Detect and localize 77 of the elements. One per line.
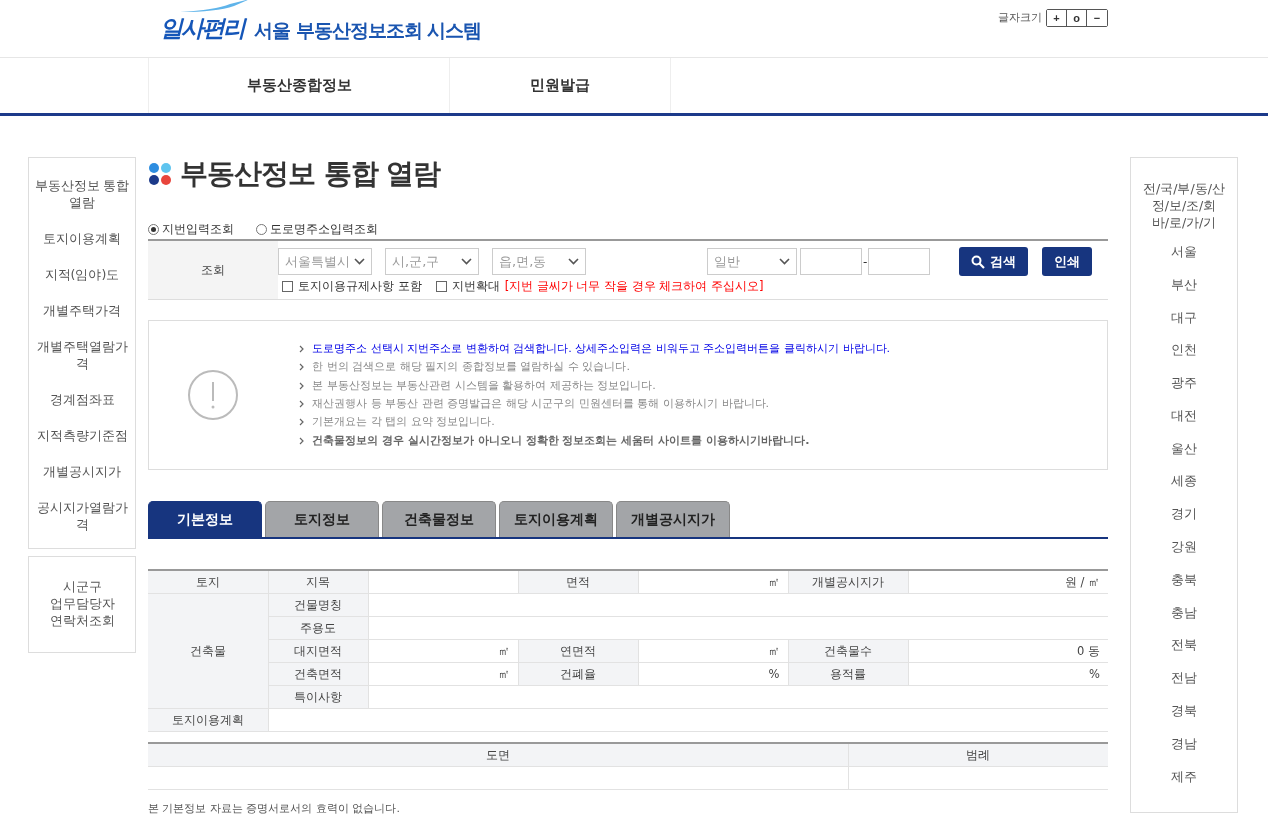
table-header-cell: 도면 <box>148 743 848 767</box>
region-link[interactable]: 울산 <box>1171 439 1197 459</box>
footnote: 본 기본정보 자료는 증명서로서의 효력이 없습니다. <box>148 801 401 816</box>
region-link[interactable]: 충남 <box>1171 603 1197 623</box>
table-header-cell: 지목 <box>268 570 368 594</box>
region-link[interactable]: 전남 <box>1171 669 1197 688</box>
logo[interactable]: 일사편리 <box>160 15 244 41</box>
side-menu-item[interactable]: 개별공시지가 <box>43 464 121 481</box>
table-header-cell: 토지이용계획 <box>148 708 268 732</box>
notice-text: 재산권행사 등 부동산 관련 증명발급은 해당 시군구의 민원센터를 통해 이용하시기 바랍니다. <box>312 396 770 412</box>
region-link[interactable]: 광주 <box>1171 374 1197 393</box>
table-header-cell: 토지 <box>148 570 268 594</box>
table-cell: ㎡ <box>368 662 518 686</box>
tab[interactable]: 개별공시지가 <box>616 501 730 537</box>
tab[interactable]: 기본정보 <box>148 501 262 537</box>
table-header-cell: 건폐율 <box>518 662 638 686</box>
hint-text: [지번 글씨가 너무 작을 경우 체크하여 주십시오] <box>504 279 764 294</box>
tab[interactable]: 건축물정보 <box>382 501 496 537</box>
radio-label: 지번입력조회 <box>162 221 234 237</box>
table-header-cell: 건축물 <box>148 593 268 709</box>
table-cell: % <box>638 662 788 686</box>
search-label: 조회 <box>148 241 278 299</box>
side-menu-item[interactable]: 지적측량기준점 <box>36 428 128 445</box>
region-menu-title: 전/국/부/동/산 <box>1143 180 1225 197</box>
checkbox-label: 토지이용규제사항 포함 <box>298 279 422 294</box>
side-menu-item[interactable]: 개별주택가격 <box>43 303 121 320</box>
side-menu-item[interactable]: 지적(임야)도 <box>44 267 120 284</box>
region-link[interactable]: 대전 <box>1171 406 1197 426</box>
notice-text: 기본개요는 각 탭의 요약 정보입니다. <box>312 414 495 431</box>
contact-link[interactable]: 연락처조회 <box>49 613 115 630</box>
checkbox-label: 지번확대 <box>451 279 500 294</box>
table-header-cell: 개별공시지가 <box>788 570 908 594</box>
search-button[interactable]: 검색 <box>959 247 1029 276</box>
table-header-cell: 연면적 <box>518 639 638 663</box>
region-link[interactable]: 제주 <box>1171 767 1197 787</box>
font-size-button[interactable]: + <box>1047 9 1067 26</box>
region-link[interactable]: 경북 <box>1171 701 1197 721</box>
side-menu-item[interactable]: 토지이용계획 <box>43 231 121 248</box>
table-header-cell: 면적 <box>518 570 638 594</box>
notice-text: 한 번의 검색으로 해당 필지의 종합정보를 열람하실 수 있습니다. <box>312 359 630 376</box>
font-size-label: 글자크기 <box>998 10 1042 25</box>
side-menu-item[interactable]: 공시지가열람가격 <box>33 500 131 534</box>
region-link[interactable]: 인천 <box>1171 341 1197 360</box>
separator: - <box>862 254 869 269</box>
side-menu-item[interactable]: 경계점좌표 <box>49 392 115 409</box>
print-button[interactable]: 인쇄 <box>1042 247 1093 276</box>
contact-link[interactable]: 업무담당자 <box>49 596 115 613</box>
region-menu-title: 바/로/가/기 <box>1151 214 1217 231</box>
table-cell: ㎡ <box>638 570 788 594</box>
notice-text: 건축물정보의 경우 실시간정보가 아니오니 정확한 정보조회는 세움터 사이트를 이용하시기바랍니다. <box>312 432 810 449</box>
region-link[interactable]: 충북 <box>1171 570 1197 590</box>
notice-text: 도로명주소 선택시 지번주소로 변환하여 검색합니다. 상세주소입력은 비워두고 주소입력버튼을 클릭하시기 바랍니다. <box>312 341 891 358</box>
radio-label: 도로명주소입력조회 <box>270 221 378 237</box>
side-menu-item[interactable]: 개별주택열람가격 <box>33 339 131 373</box>
tab[interactable]: 토지이용계획 <box>499 501 613 537</box>
table-header-cell: 건축물수 <box>788 639 908 663</box>
region-link[interactable]: 경기 <box>1171 505 1197 524</box>
site-title: 서울 부동산정보조회 시스템 <box>254 18 482 43</box>
nav-item[interactable]: 부동산종합정보 <box>148 58 449 113</box>
tab[interactable]: 토지정보 <box>265 501 379 537</box>
region-menu-title: 정/보/조/회 <box>1151 197 1217 214</box>
nav-item[interactable]: 민원발급 <box>449 58 671 113</box>
side-menu-item[interactable]: 부동산정보 통합 열람 <box>33 178 131 212</box>
table-cell: ㎡ <box>638 639 788 663</box>
table-header-cell: 용적률 <box>788 662 908 686</box>
region-link[interactable]: 세종 <box>1171 472 1197 492</box>
region-link[interactable]: 경남 <box>1171 734 1197 754</box>
region-link[interactable]: 부산 <box>1171 275 1197 295</box>
table-header-cell: 범례 <box>848 743 1108 767</box>
notice-text: 본 부동산정보는 부동산관련 시스템을 활용하여 제공하는 정보입니다. <box>312 377 656 394</box>
region-link[interactable]: 강원 <box>1171 538 1197 557</box>
region-link[interactable]: 서울 <box>1171 243 1197 262</box>
table-cell: ㎡ <box>368 639 518 663</box>
region-link[interactable]: 대구 <box>1171 308 1197 328</box>
page-title: 부동산정보 통합 열람 <box>180 156 441 192</box>
contact-link[interactable]: 시군구 <box>62 579 102 596</box>
region-link[interactable]: 전북 <box>1171 636 1197 655</box>
